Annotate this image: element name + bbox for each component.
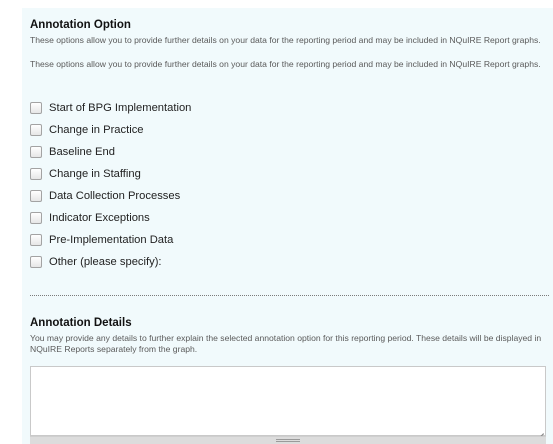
option-label: Pre-Implementation Data [49, 234, 174, 246]
annotation-details-textarea[interactable] [30, 366, 546, 436]
checkbox[interactable] [30, 102, 42, 114]
checkbox[interactable] [30, 146, 42, 158]
annotation-option-help-1: These options allow you to provide furth… [30, 35, 541, 45]
option-indicator-exceptions[interactable]: Indicator Exceptions [30, 207, 191, 229]
option-label: Start of BPG Implementation [49, 102, 192, 114]
option-pre-implementation-data[interactable]: Pre-Implementation Data [30, 229, 191, 251]
option-label: Change in Staffing [49, 168, 141, 180]
annotation-panel: Annotation Option These options allow yo… [22, 8, 553, 444]
option-data-collection-processes[interactable]: Data Collection Processes [30, 185, 191, 207]
option-change-in-practice[interactable]: Change in Practice [30, 119, 191, 141]
annotation-details-help: You may provide any details to further e… [30, 333, 542, 354]
checkbox[interactable] [30, 190, 42, 202]
checkbox[interactable] [30, 234, 42, 246]
option-start-of-bpg-implementation[interactable]: Start of BPG Implementation [30, 97, 191, 119]
option-other[interactable]: Other (please specify): [30, 251, 191, 273]
scroll-grip-icon[interactable] [276, 439, 300, 442]
annotation-option-help-2: These options allow you to provide furth… [30, 59, 541, 69]
checkbox[interactable] [30, 212, 42, 224]
checkbox[interactable] [30, 256, 42, 268]
option-label: Indicator Exceptions [49, 212, 150, 224]
checkbox[interactable] [30, 168, 42, 180]
option-label: Data Collection Processes [49, 190, 181, 202]
annotation-option-list: Start of BPG Implementation Change in Pr… [30, 97, 191, 273]
checkbox[interactable] [30, 124, 42, 136]
annotation-option-title: Annotation Option [30, 19, 131, 31]
option-label: Baseline End [49, 146, 115, 158]
option-label: Change in Practice [49, 124, 144, 136]
section-divider [30, 295, 549, 296]
option-change-in-staffing[interactable]: Change in Staffing [30, 163, 191, 185]
option-baseline-end[interactable]: Baseline End [30, 141, 191, 163]
annotation-details-title: Annotation Details [30, 317, 132, 329]
horizontal-scrollbar[interactable] [30, 436, 546, 444]
option-label: Other (please specify): [49, 256, 162, 268]
